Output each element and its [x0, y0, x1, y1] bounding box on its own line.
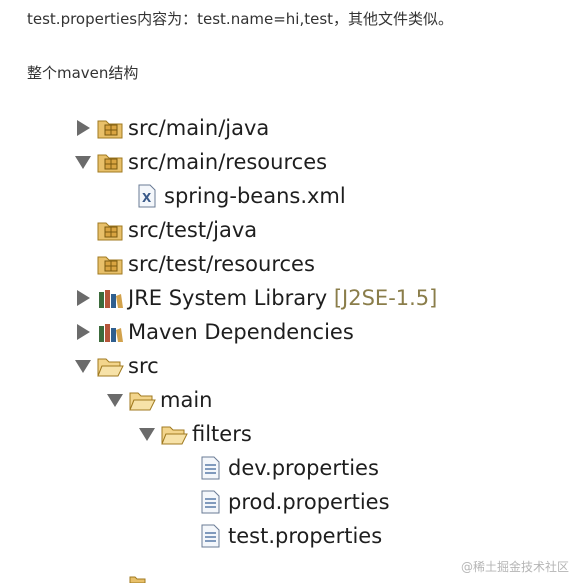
tree-item-label: main — [160, 388, 213, 412]
open-folder-icon — [160, 422, 188, 446]
folder-icon — [129, 576, 146, 583]
tree-item-label: src/test/java — [128, 218, 258, 242]
expand-arrow-icon[interactable] — [74, 119, 92, 137]
watermark: @稀土掘金技术社区 — [460, 560, 569, 574]
package-folder-icon — [96, 150, 124, 174]
package-folder-icon — [96, 252, 124, 276]
tree-item-dev-properties[interactable]: dev.properties — [196, 453, 379, 483]
library-icon — [96, 320, 124, 344]
tree-item-label: src/main/java — [128, 116, 270, 140]
tree-item-src-main-resources[interactable]: src/main/resources — [74, 147, 327, 177]
collapse-arrow-icon[interactable] — [74, 357, 92, 375]
description-line: test.properties内容为：test.name=hi,test，其他文… — [27, 10, 454, 28]
package-folder-icon — [96, 218, 124, 242]
collapse-arrow-icon[interactable] — [138, 425, 156, 443]
tree-item-label: dev.properties — [228, 456, 379, 480]
tree-item-src-test-java[interactable]: src/test/java — [74, 215, 257, 245]
tree-item-src-main-java[interactable]: src/main/java — [74, 113, 269, 143]
tree-item-spring-beans-xml[interactable]: X spring-beans.xml — [132, 181, 346, 211]
collapse-arrow-icon[interactable] — [106, 391, 124, 409]
tree-item-src[interactable]: src — [74, 351, 159, 381]
tree-item-label: src/test/resources — [128, 252, 315, 276]
tree-item-label: filters — [192, 422, 252, 446]
tree-item-main[interactable]: main — [106, 385, 212, 415]
expand-arrow-icon[interactable] — [74, 323, 92, 341]
tree-item-label: prod.properties — [228, 490, 390, 514]
tree-item-jre-system-library[interactable]: JRE System Library [J2SE-1.5] — [74, 283, 437, 313]
properties-file-icon — [196, 524, 224, 548]
library-version: [J2SE-1.5] — [333, 286, 438, 310]
open-folder-icon — [96, 354, 124, 378]
tree-item-prod-properties[interactable]: prod.properties — [196, 487, 390, 517]
package-folder-icon — [96, 116, 124, 140]
tree-item-label: Maven Dependencies — [128, 320, 354, 344]
xml-file-icon: X — [132, 184, 160, 208]
tree-item-maven-dependencies[interactable]: Maven Dependencies — [74, 317, 354, 347]
section-heading: 整个maven结构 — [27, 64, 139, 82]
tree-item-label: spring-beans.xml — [164, 184, 346, 208]
tree-item-src-test-resources[interactable]: src/test/resources — [74, 249, 315, 279]
svg-text:X: X — [142, 191, 152, 205]
tree-item-test-properties[interactable]: test.properties — [196, 521, 382, 551]
tree-item-label: JRE System Library [J2SE-1.5] — [128, 286, 438, 310]
collapse-arrow-icon[interactable] — [74, 153, 92, 171]
library-icon — [96, 286, 124, 310]
open-folder-icon — [128, 388, 156, 412]
tree-item-label: src — [128, 354, 159, 378]
tree-item-label: test.properties — [228, 524, 383, 548]
properties-file-icon — [196, 490, 224, 514]
tree-item-label: src/main/resources — [128, 150, 328, 174]
tree-item-filters[interactable]: filters — [138, 419, 252, 449]
properties-file-icon — [196, 456, 224, 480]
expand-arrow-icon[interactable] — [74, 289, 92, 307]
